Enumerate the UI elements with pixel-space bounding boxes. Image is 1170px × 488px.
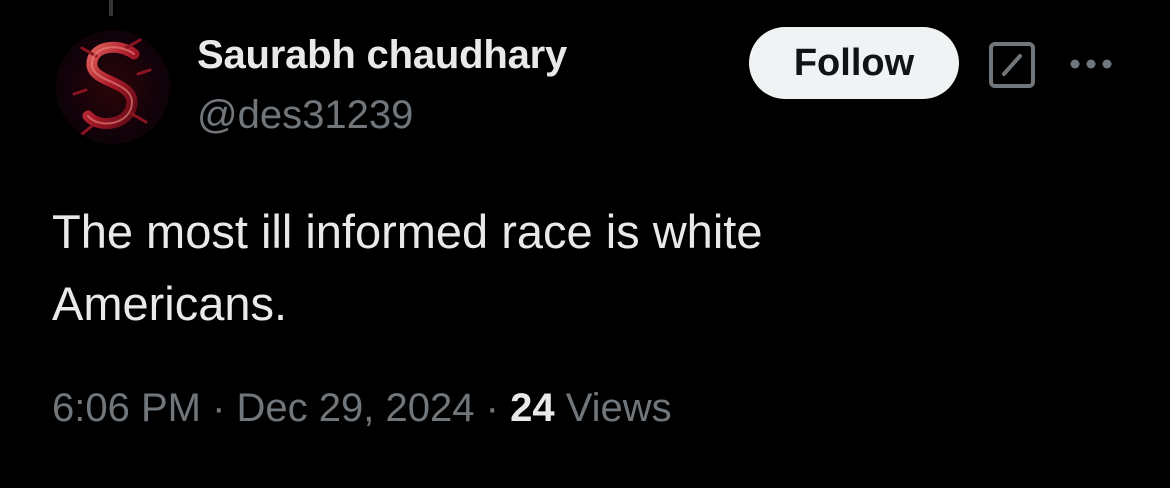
meta-separator: · [212,386,226,430]
avatar[interactable] [56,30,170,144]
tweet-text: The most ill informed race is white Amer… [52,205,763,330]
more-dots-glyph [1070,59,1112,69]
tweet-metadata: 6:06 PM · Dec 29, 2024 · 24 Views [52,386,672,431]
tweet-date[interactable]: Dec 29, 2024 [237,386,475,430]
grok-icon-glyph [989,42,1035,88]
tweet-time[interactable]: 6:06 PM [52,386,201,430]
display-name[interactable]: Saurabh chaudhary [197,33,567,78]
views-label[interactable]: Views [566,386,672,430]
follow-button[interactable]: Follow [749,27,959,99]
views-count[interactable]: 24 [510,386,555,430]
grok-icon[interactable] [988,41,1036,89]
meta-separator: · [485,386,499,430]
user-handle[interactable]: @des31239 [197,93,413,138]
more-icon[interactable] [1068,54,1114,74]
avatar-s-logo-icon [72,38,152,136]
thread-connector-line [109,0,113,16]
